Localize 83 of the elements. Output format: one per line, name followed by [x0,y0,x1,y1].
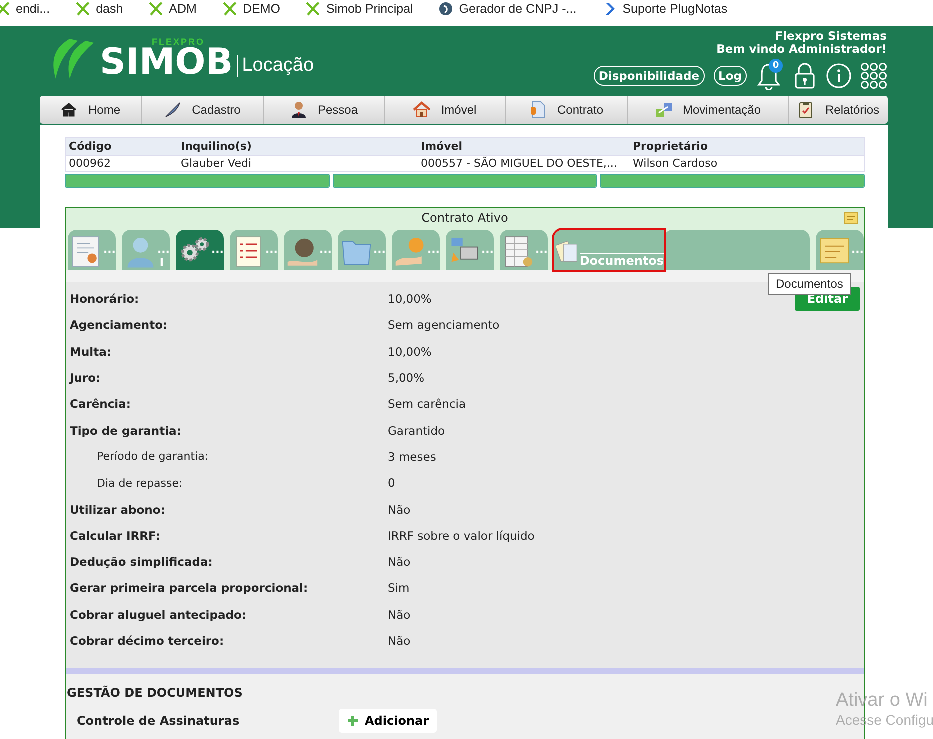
field-label: Período de garantia: [96,450,210,464]
contract-status: Contrato Ativo [422,211,508,225]
plus-icon [347,715,359,728]
field-value: 5,00% [388,371,425,386]
column-header: Código [66,138,178,156]
x-logo-icon [306,2,320,16]
field-value: 10,00% [388,292,432,306]
bookmark-link[interactable]: endi... [0,2,50,16]
welcome-text: Bem vindo Administrador! [716,43,887,56]
column-header: Imóvel [418,138,630,156]
company-name: Flexpro Sistemas [775,30,887,43]
field-label: Calcular IRRF: [70,528,162,543]
field-value: 3 meses [388,450,436,464]
header-button[interactable]: Log [714,66,747,86]
field-value: IRRF sobre o valor líquido [388,528,535,543]
add-button[interactable]: Adicionar [339,709,438,734]
field-value: Sim [388,581,410,596]
notification-badge: 0 [769,59,783,73]
table-cell: Glauber Vedi [178,156,418,172]
field-label: Utilizar abono: [70,502,166,517]
nav-item[interactable]: Imóvel [385,96,506,124]
document-icon [529,101,548,119]
bookmark-link[interactable]: Suporte PlugNotas [602,2,728,16]
bookmark-link[interactable]: Simob Principal [306,2,414,16]
field-value: Não [388,555,411,570]
bell-icon [756,62,782,90]
table-cell: 000557 - SÃO MIGUEL DO OESTE,... [418,156,630,172]
field-value: 0 [388,476,396,490]
field-label: Tipo de garantia: [70,424,182,438]
field-value: 10,00% [388,344,432,359]
header-button[interactable]: Disponibilidade [594,66,705,86]
nav-item[interactable]: Pessoa [264,96,385,124]
field-label: Juro: [70,371,102,386]
nav-item[interactable]: Relatórios [789,96,888,124]
field-label: Multa: [70,344,112,359]
field-label: Gerar primeira parcela proporcional: [70,581,310,596]
field-value: Não [388,608,411,622]
field-label: Cobrar décimo terceiro: [70,634,226,648]
contract-tab[interactable]: ... [176,230,224,270]
apps-grid-icon[interactable] [861,63,887,89]
home-icon [60,101,78,119]
field-label: Cobrar aluguel antecipado: [70,608,248,622]
x-logo-icon [0,2,10,16]
nav-item[interactable]: Movimentação [628,96,789,124]
table-cell: 000962 [66,156,178,172]
field-value: Não [388,634,411,648]
bookmark-link[interactable]: ADM [149,2,197,16]
row-label: Controle de Assinaturas [77,714,241,728]
column-header: Inquilino(s) [178,138,418,156]
bookmark-link[interactable]: Gerador de CNPJ -... [439,2,577,16]
tooltip: Documentos [768,273,852,295]
field-label: Dedução simplificada: [70,555,214,570]
table-cell: Wilson Cardoso [630,156,864,172]
nav-item[interactable]: Home [40,96,142,124]
tab-letter-label: I [160,256,164,269]
field-label: Honorário: [70,292,140,306]
arrows-icon [654,101,673,119]
nav-item[interactable]: Contrato [506,96,628,124]
x-logo-icon [149,2,164,16]
field-value: Sem agenciamento [388,318,500,332]
house-icon [413,101,432,119]
field-label: Dia de repasse: [96,476,184,490]
quill-icon [164,101,182,119]
nav-item[interactable]: Cadastro [142,96,264,124]
field-value: Sem carência [388,397,466,412]
bookmark-link[interactable]: DEMO [222,2,280,16]
field-label: Agenciamento: [70,318,169,332]
lock-icon[interactable] [793,62,817,90]
bookmark-link[interactable]: dash [76,2,124,16]
field-value: Não [388,502,411,517]
x-logo-icon [222,2,237,16]
brand-label: FLEXPRO [152,38,206,46]
logo-text: SIMOB [100,44,234,80]
circle-logo-icon [439,2,454,16]
person-icon [290,101,308,119]
field-label: Carência: [70,397,132,412]
x-logo-icon [76,2,90,16]
column-header: Proprietário [630,138,864,156]
field-value: Garantido [388,424,446,438]
module-label: Locação [237,55,314,77]
clipboard-icon [797,101,816,119]
note-icon [844,212,858,224]
info-icon[interactable] [826,63,852,89]
